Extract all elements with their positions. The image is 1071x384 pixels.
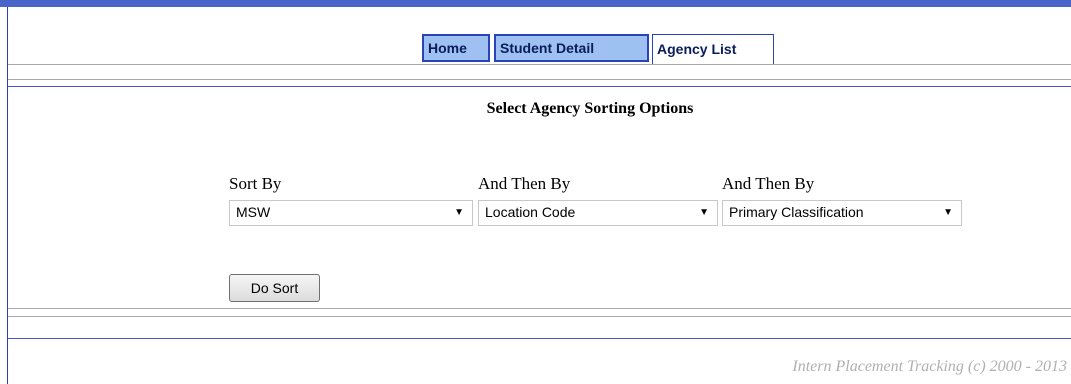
chevron-down-icon: ▼ [454, 207, 464, 218]
sort-by-label: Sort By [229, 174, 282, 193]
divider [8, 79, 1071, 80]
then-by-label-2: And Then By [722, 174, 815, 193]
chevron-down-icon: ▼ [943, 207, 953, 218]
divider [8, 316, 1071, 317]
top-accent-bar [0, 0, 1071, 7]
then-by-label-1: And Then By [478, 174, 571, 193]
then-by-value-2: Primary Classification [729, 204, 864, 220]
sort-by-value: MSW [236, 204, 271, 220]
divider [8, 338, 1071, 339]
tab-home[interactable]: Home [422, 34, 490, 62]
footer-copyright: Intern Placement Tracking (c) 2000 - 201… [792, 358, 1067, 375]
divider [8, 308, 1071, 309]
page-title-text: Select Agency Sorting Options [486, 100, 694, 117]
divider [8, 64, 1071, 65]
divider [8, 86, 1071, 87]
sort-by-select[interactable]: MSW ▼ [229, 200, 473, 226]
page-title: Select Agency Sorting Options [0, 100, 1071, 118]
chevron-down-icon: ▼ [699, 207, 709, 218]
then-by-value-1: Location Code [485, 204, 576, 220]
then-by-select-2[interactable]: Primary Classification ▼ [722, 200, 962, 226]
then-by-select-1[interactable]: Location Code ▼ [478, 200, 718, 226]
tab-agency-list[interactable]: Agency List [652, 34, 774, 64]
do-sort-button[interactable]: Do Sort [229, 274, 320, 302]
tab-student-detail[interactable]: Student Detail [494, 34, 649, 62]
